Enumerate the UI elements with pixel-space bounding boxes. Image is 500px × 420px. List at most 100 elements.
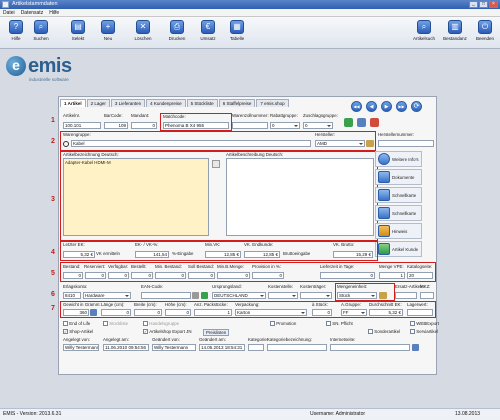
- minimize-button[interactable]: _: [469, 1, 478, 8]
- tab-kundenpreise[interactable]: 4 Kundenpreise: [146, 99, 186, 107]
- reserviert-field[interactable]: 0: [85, 272, 106, 279]
- tab-stueckliste[interactable]: 5 Stückliste: [186, 99, 218, 107]
- hersteller-edit-icon[interactable]: [366, 140, 374, 147]
- close-button[interactable]: ×: [489, 1, 498, 8]
- matchcode-field[interactable]: Phenoma B X4 955: [163, 122, 229, 129]
- checkbox-promotion[interactable]: Promotion: [270, 321, 296, 327]
- checkbox-stockliste[interactable]: Stockliste: [103, 321, 128, 327]
- tag-icon[interactable]: [370, 118, 379, 127]
- bestellt-field[interactable]: 0: [131, 272, 153, 279]
- agruppe-select[interactable]: FF: [341, 309, 367, 316]
- ek-vk-field[interactable]: 141,54: [135, 251, 169, 258]
- kostenstelle-select[interactable]: [268, 292, 298, 299]
- toolbar-delete-button[interactable]: ✕ Löschen: [131, 20, 155, 41]
- barcode-field[interactable]: 109: [104, 122, 128, 129]
- checkbox-sn-pflicht[interactable]: SN. Pflicht: [326, 321, 353, 327]
- previous-record-icon[interactable]: ◀: [366, 101, 377, 112]
- tab-artikel[interactable]: 1 Artikel: [60, 99, 86, 107]
- barcode-icon[interactable]: [357, 118, 366, 127]
- menu-datei[interactable]: Datei: [3, 9, 15, 16]
- kategorie-field[interactable]: [248, 344, 264, 351]
- toolbar-stock-display-button[interactable]: ▥ Bestandanz: [443, 20, 467, 41]
- toolbar-exit-button[interactable]: ⏻ Beenden: [473, 20, 497, 41]
- first-record-icon[interactable]: ◀◀: [351, 101, 362, 112]
- internetseite-field[interactable]: [330, 344, 410, 351]
- artikelbezeichnung-textarea[interactable]: Adapter-Kabel HDMI-M: [63, 158, 209, 236]
- ean-field[interactable]: [141, 292, 191, 299]
- artikel-kunde-button[interactable]: Artikel Kunde: [375, 241, 422, 257]
- durchschnitt-field[interactable]: 5,32 €: [369, 309, 403, 316]
- menge-vpe-field[interactable]: 1: [379, 272, 405, 279]
- breite-field[interactable]: 0: [134, 309, 162, 316]
- verfuegbar-field[interactable]: 0: [108, 272, 129, 279]
- artikelbeschreibung-textarea[interactable]: [226, 158, 374, 236]
- menu-hilfe[interactable]: Hilfe: [49, 9, 59, 16]
- min-bestand-field[interactable]: 0: [155, 272, 186, 279]
- vk-ermitteln-button[interactable]: VK ermitteln: [96, 251, 120, 258]
- translate-icon[interactable]: [212, 160, 220, 168]
- mengeneinheit-select[interactable]: Stück: [337, 292, 377, 299]
- dokumente-button[interactable]: Dokumente: [375, 169, 422, 185]
- open-website-icon[interactable]: [412, 344, 419, 351]
- min-b-menge-field[interactable]: 0: [217, 272, 250, 279]
- mkz-field[interactable]: [420, 292, 434, 299]
- lieferzeit-field[interactable]: 0: [320, 272, 375, 279]
- weitere-infos-button[interactable]: Weitere Info's: [375, 151, 422, 167]
- toolbar-article-search-button[interactable]: ⌕ Artikelsuch: [412, 20, 436, 41]
- kostentraeger-select[interactable]: [300, 292, 332, 299]
- mengeneinheit-edit-icon[interactable]: [379, 292, 387, 299]
- checkbox-artikelshop-export[interactable]: Artikelshop Export JN: [143, 329, 192, 335]
- checkbox-end-of-life[interactable]: End of Life: [63, 321, 90, 327]
- toolbar-print-button[interactable]: ⎙ Drucken: [165, 20, 189, 41]
- tab-staffelpreise[interactable]: 6 Staffelpreise: [218, 99, 256, 107]
- lagerwert-field[interactable]: [407, 309, 433, 316]
- checkbox-handelsgruppe[interactable]: Handelsgruppe: [143, 321, 179, 327]
- erlagskonto-field[interactable]: 8410: [63, 292, 81, 299]
- letzter-ek-field[interactable]: 5,32 €: [63, 251, 95, 258]
- bruttoeingabe-button[interactable]: Bruttoeingabe: [283, 251, 323, 258]
- warengruppe-field[interactable]: Kabel: [71, 140, 311, 147]
- vk-brutto-field[interactable]: 15,29 €: [333, 251, 373, 258]
- ersatz-field[interactable]: [395, 292, 417, 299]
- checkbox-box[interactable]: [270, 321, 275, 327]
- verpackung-select[interactable]: Karton: [235, 309, 307, 316]
- toolbar-help-button[interactable]: ? Hilfe: [4, 20, 28, 41]
- katalogseite-field[interactable]: 20: [407, 272, 433, 279]
- vk-endkunde-field[interactable]: 12,85 €: [244, 251, 280, 258]
- checkbox-box-checked[interactable]: [143, 329, 148, 335]
- checkbox-box[interactable]: [63, 321, 68, 327]
- schnellkarte-button-2[interactable]: Schnellkarte: [375, 205, 422, 221]
- checkbox-box-checked[interactable]: [63, 329, 68, 335]
- checkbox-box[interactable]: [326, 321, 331, 327]
- checkbox-box[interactable]: [103, 321, 108, 327]
- kategoriebezeichnung-field[interactable]: [267, 344, 327, 351]
- gewicht-field[interactable]: 360: [63, 309, 89, 316]
- schnellkarte-button[interactable]: Schnellkarte: [375, 187, 422, 203]
- bestand-field[interactable]: 0: [63, 272, 83, 279]
- preislisten-button[interactable]: Preislisten: [203, 329, 230, 336]
- erlagskonto-select[interactable]: Hardware: [83, 292, 131, 299]
- toolbar-select-button[interactable]: ▤ Selekt: [66, 20, 90, 41]
- checkbox-sonderartikel[interactable]: Sonderartikel: [368, 329, 400, 335]
- toolbar-search-button[interactable]: ⌕ Suchen: [29, 20, 53, 41]
- hinweis-button[interactable]: Hinweis: [375, 223, 422, 239]
- toolbar-sales-button[interactable]: € Umsatz: [196, 20, 220, 41]
- warenzoll-field[interactable]: [232, 122, 268, 129]
- menu-datensatz[interactable]: Datensatz: [21, 9, 44, 16]
- weight-calc-icon[interactable]: [90, 309, 97, 316]
- ean-generate-icon[interactable]: [192, 292, 199, 299]
- anz-pack-field[interactable]: 1: [194, 309, 232, 316]
- checkbox-box[interactable]: [410, 321, 415, 327]
- toolbar-new-button[interactable]: + Neu: [96, 20, 120, 41]
- tab-lieferanten[interactable]: 3 Lieferanten: [110, 99, 146, 107]
- checkbox-serviartikel[interactable]: Serviartikel: [410, 329, 438, 335]
- checkbox-box[interactable]: [143, 321, 148, 327]
- artikelnr-field[interactable]: 100.101: [63, 122, 101, 129]
- checkbox-webexport[interactable]: WEBExport: [410, 321, 439, 327]
- warengruppe-search-icon[interactable]: [63, 141, 69, 147]
- toolbar-table-button[interactable]: ▦ Tabelle: [225, 20, 249, 41]
- soll-bestand-field[interactable]: 0: [188, 272, 215, 279]
- ean-check-icon[interactable]: [201, 292, 208, 299]
- min-vk-field[interactable]: 12,85 €: [205, 251, 241, 258]
- hersteller-select[interactable]: AMD: [315, 140, 365, 147]
